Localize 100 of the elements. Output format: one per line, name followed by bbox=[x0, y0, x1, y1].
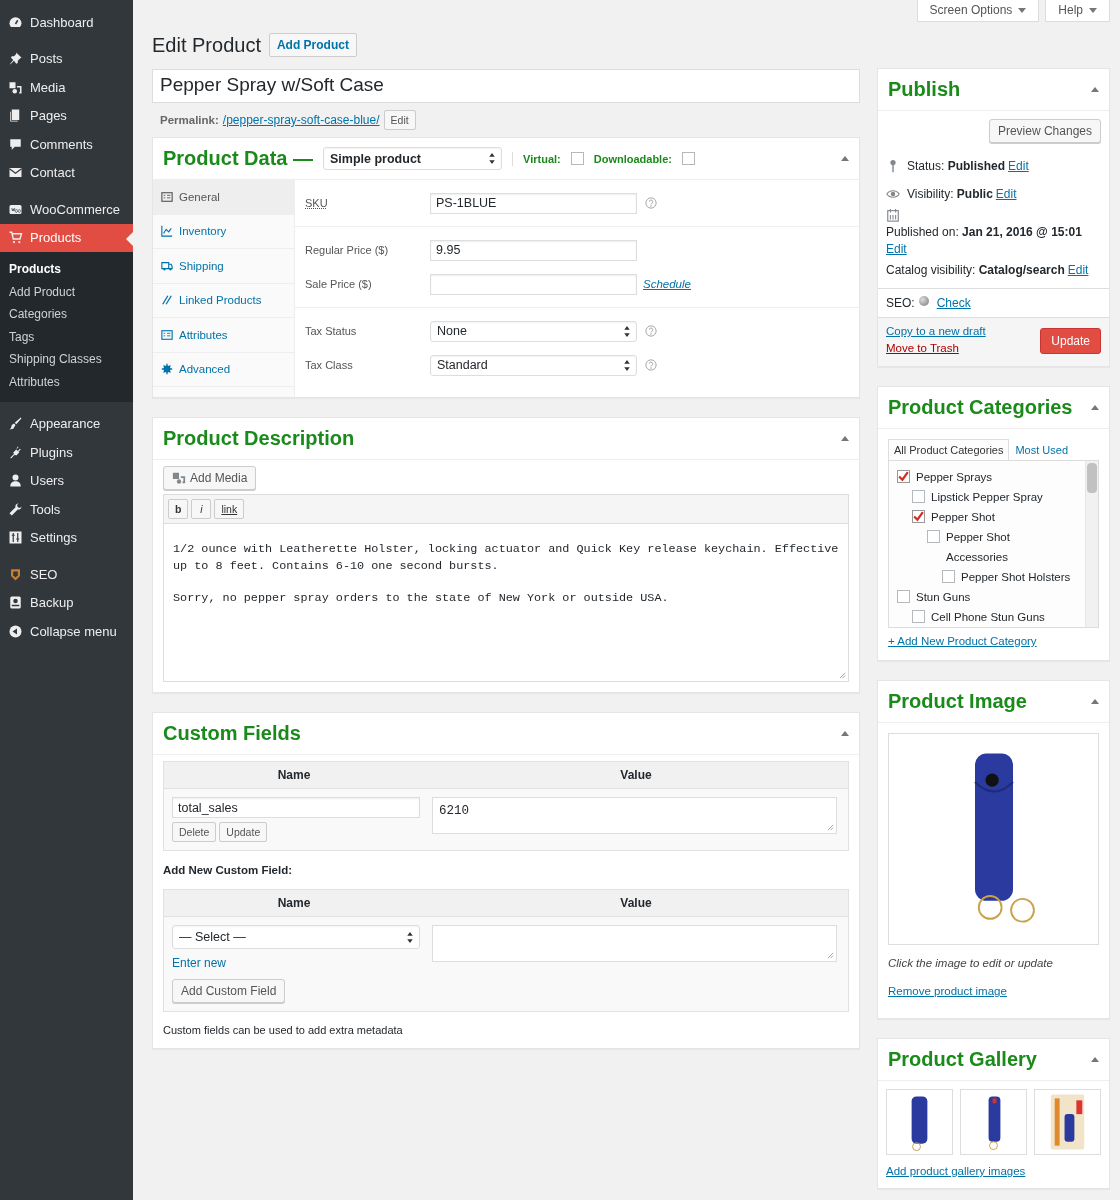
enter-new-link[interactable]: Enter new bbox=[172, 953, 227, 973]
format-button[interactable]: b bbox=[168, 499, 189, 519]
sidebar-item[interactable]: Users bbox=[0, 466, 133, 496]
select-field[interactable]: Standard bbox=[430, 354, 637, 376]
sidebar-item[interactable]: Posts bbox=[0, 44, 133, 73]
value-field[interactable]: 6210 bbox=[432, 797, 837, 834]
sidebar-item[interactable]: Backup bbox=[0, 588, 133, 618]
copy-draft-link[interactable]: Copy to a new draft bbox=[886, 325, 986, 337]
field-label: Tax Class bbox=[305, 359, 354, 371]
sidebar-item[interactable]: Contact bbox=[0, 158, 133, 187]
input-field[interactable] bbox=[430, 273, 637, 295]
tab[interactable]: Most Used bbox=[1009, 439, 1075, 460]
format-button[interactable]: link bbox=[214, 499, 245, 519]
value-field[interactable] bbox=[432, 925, 837, 962]
preview-changes-button[interactable]: Preview Changes bbox=[988, 119, 1101, 143]
status-text: Catalog visibility: Catalog/search bbox=[886, 263, 1065, 277]
sidebar-item[interactable]: WooCommerce bbox=[0, 195, 133, 224]
checkbox[interactable] bbox=[912, 610, 925, 623]
update-button[interactable]: Update bbox=[1040, 328, 1101, 354]
permalink-link[interactable]: /pepper-spray-soft-case-blue/ bbox=[222, 113, 380, 127]
collapse-icon[interactable] bbox=[841, 156, 849, 161]
media-icon bbox=[8, 79, 23, 95]
screen-tab-button[interactable]: Help bbox=[1045, 0, 1110, 22]
editor-area[interactable] bbox=[163, 494, 849, 682]
checkbox[interactable] bbox=[912, 510, 925, 523]
collapse-icon[interactable] bbox=[841, 436, 849, 441]
submenu-item[interactable]: Products bbox=[0, 258, 133, 281]
sidebar-item[interactable]: Appearance bbox=[0, 409, 133, 439]
sidebar-item[interactable]: Settings bbox=[0, 523, 133, 553]
add-media-button[interactable]: Add Media bbox=[163, 466, 257, 490]
checkbox[interactable] bbox=[927, 530, 940, 543]
edit-link[interactable]: Edit bbox=[886, 242, 907, 256]
submenu-item[interactable]: Attributes bbox=[0, 370, 133, 394]
sidebar-item[interactable]: Plugins bbox=[0, 438, 133, 467]
trash-link[interactable]: Move to Trash bbox=[886, 342, 986, 354]
edit-link[interactable]: Edit bbox=[1008, 159, 1029, 173]
edit-link[interactable]: Edit bbox=[995, 187, 1017, 201]
collapse-icon[interactable] bbox=[1091, 405, 1099, 410]
submenu-item[interactable]: Shipping Classes bbox=[0, 348, 133, 371]
collapse-icon[interactable] bbox=[841, 731, 849, 736]
chart-icon bbox=[161, 225, 173, 238]
checkbox[interactable] bbox=[942, 570, 955, 583]
input-field[interactable]: PS-1BLUE bbox=[430, 192, 637, 214]
holster-thumbnail[interactable] bbox=[960, 1089, 1027, 1155]
remove-image-link[interactable]: Remove product image bbox=[888, 985, 1007, 997]
sidebar-item[interactable]: SEO bbox=[0, 560, 133, 589]
edit-button[interactable]: Edit bbox=[383, 110, 416, 130]
collapse-icon[interactable] bbox=[1091, 1057, 1099, 1062]
tab[interactable]: Advanced bbox=[153, 352, 294, 387]
meta-button[interactable]: Update bbox=[219, 822, 268, 842]
sidebar-item[interactable]: Collapse menu bbox=[0, 617, 133, 646]
checkbox[interactable] bbox=[897, 590, 910, 603]
permalink-label: Permalink: bbox=[160, 114, 219, 126]
help-icon[interactable] bbox=[645, 325, 657, 337]
tab[interactable]: Inventory bbox=[153, 214, 294, 249]
collapse-icon[interactable] bbox=[1091, 87, 1099, 92]
add-custom-field-button[interactable]: Add Custom Field bbox=[172, 979, 286, 1003]
category-label: Pepper Sprays bbox=[916, 470, 994, 485]
key-select[interactable]: — Select — bbox=[172, 925, 420, 949]
add-category-link[interactable]: + Add New Product Category bbox=[888, 635, 1037, 647]
checkbox[interactable] bbox=[681, 152, 695, 165]
sidebar-item[interactable]: Tools bbox=[0, 495, 133, 524]
collapse-icon[interactable] bbox=[1091, 699, 1099, 704]
help-icon[interactable] bbox=[645, 197, 657, 209]
resize-handle-icon[interactable] bbox=[839, 672, 846, 679]
schedule-link[interactable]: Schedule bbox=[643, 278, 691, 290]
tab[interactable]: Linked Products bbox=[153, 283, 294, 318]
package-thumbnail[interactable] bbox=[1034, 1089, 1101, 1155]
tab[interactable]: General bbox=[153, 180, 294, 215]
submenu-item[interactable]: Categories bbox=[0, 303, 133, 326]
product-type-select[interactable]: Simple product bbox=[323, 147, 503, 170]
tab[interactable]: All Product Categories bbox=[888, 439, 1010, 460]
checkbox[interactable] bbox=[570, 152, 584, 165]
submenu-item[interactable]: Tags bbox=[0, 325, 133, 349]
tab[interactable]: Attributes bbox=[153, 318, 294, 353]
help-icon[interactable] bbox=[645, 359, 657, 371]
sidebar-item[interactable]: Media bbox=[0, 73, 133, 102]
format-button[interactable]: i bbox=[191, 499, 212, 519]
check-link[interactable]: Check bbox=[936, 296, 971, 310]
truck-icon bbox=[161, 259, 173, 272]
name-field[interactable]: total_sales bbox=[172, 797, 420, 818]
sidebar-item[interactable]: Pages bbox=[0, 101, 133, 130]
sidebar-item[interactable]: Comments bbox=[0, 130, 133, 159]
screen-tab-button[interactable]: Screen Options bbox=[916, 0, 1040, 22]
add-gallery-link[interactable]: Add product gallery images bbox=[886, 1165, 1026, 1177]
input-field[interactable]: 9.95 bbox=[430, 239, 637, 261]
select-field[interactable]: None bbox=[430, 320, 637, 342]
meta-button[interactable]: Delete bbox=[172, 822, 217, 842]
edit-link[interactable]: Edit bbox=[1067, 263, 1089, 277]
title-field[interactable]: Pepper Spray w/Soft Case bbox=[152, 69, 860, 103]
description-text: Sorry, no pepper spray orders to the state of New York or outside USA. bbox=[173, 590, 670, 607]
sidebar-item[interactable]: Products bbox=[0, 223, 133, 252]
sidebar-item[interactable]: Dashboard bbox=[0, 8, 133, 37]
scrollbar[interactable] bbox=[1085, 461, 1098, 627]
checkbox[interactable] bbox=[897, 470, 910, 483]
add-product-button[interactable]: Add Product bbox=[268, 33, 357, 57]
holster-thumbnail[interactable] bbox=[886, 1089, 953, 1155]
submenu-item[interactable]: Add Product bbox=[0, 280, 133, 304]
checkbox[interactable] bbox=[912, 490, 925, 503]
tab[interactable]: Shipping bbox=[153, 249, 294, 284]
